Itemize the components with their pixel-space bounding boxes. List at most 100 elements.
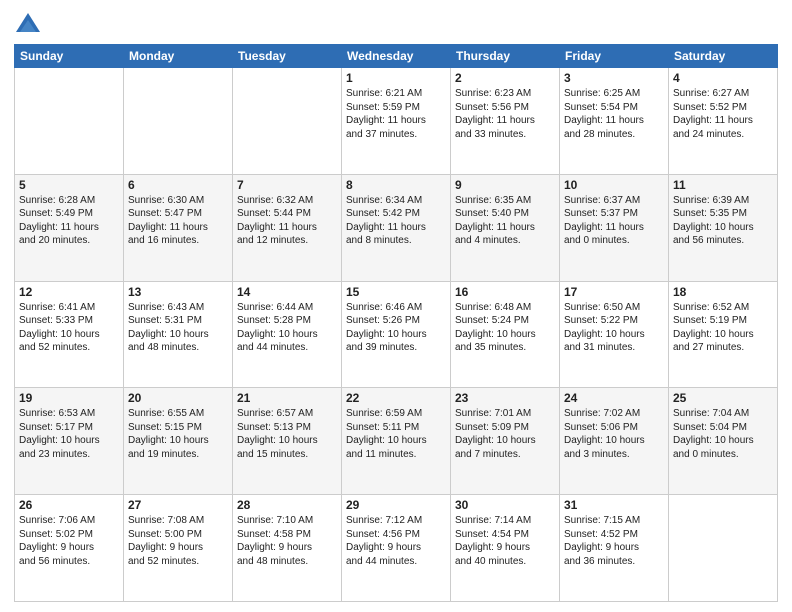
day-info: Sunrise: 6:25 AM Sunset: 5:54 PM Dayligh… — [564, 87, 664, 141]
day-info: Sunrise: 6:59 AM Sunset: 5:11 PM Dayligh… — [346, 407, 446, 461]
day-info: Sunrise: 6:32 AM Sunset: 5:44 PM Dayligh… — [237, 194, 337, 248]
day-number: 6 — [128, 178, 228, 192]
day-cell-2: 2Sunrise: 6:23 AM Sunset: 5:56 PM Daylig… — [451, 68, 560, 175]
day-number: 16 — [455, 285, 555, 299]
day-info: Sunrise: 7:02 AM Sunset: 5:06 PM Dayligh… — [564, 407, 664, 461]
day-info: Sunrise: 7:06 AM Sunset: 5:02 PM Dayligh… — [19, 514, 119, 568]
weekday-header-tuesday: Tuesday — [233, 45, 342, 68]
day-info: Sunrise: 6:34 AM Sunset: 5:42 PM Dayligh… — [346, 194, 446, 248]
day-info: Sunrise: 6:53 AM Sunset: 5:17 PM Dayligh… — [19, 407, 119, 461]
week-row-1: 1 Sunrise: 6:21 AM Sunset: 5:59 PM Daylig… — [15, 68, 778, 175]
day-info: Sunrise: 6:21 AM Sunset: 5:59 PM Dayligh… — [346, 87, 446, 141]
day-cell-12: 12Sunrise: 6:41 AM Sunset: 5:33 PM Dayli… — [15, 281, 124, 388]
logo-icon — [14, 10, 42, 38]
day-number: 5 — [19, 178, 119, 192]
day-number: 4 — [673, 71, 773, 85]
day-info: Sunrise: 6:23 AM Sunset: 5:56 PM Dayligh… — [455, 87, 555, 141]
day-cell-10: 10 Sunrise: 6:37 AM Sunset: 5:37 PM Dayli… — [560, 174, 669, 281]
day-info: Sunrise: 6:57 AM Sunset: 5:13 PM Dayligh… — [237, 407, 337, 461]
day-cell-19: 19Sunrise: 6:53 AM Sunset: 5:17 PM Dayli… — [15, 388, 124, 495]
day-info: Sunrise: 7:08 AM Sunset: 5:00 PM Dayligh… — [128, 514, 228, 568]
logo — [14, 10, 46, 38]
empty-cell — [233, 68, 342, 175]
day-cell-13: 13 Sunrise: 6:43 AM Sunset: 5:31 PM Dayli… — [124, 281, 233, 388]
day-cell-25: 25 Sunrise: 7:04 AM Sunset: 5:04 PM Dayli… — [669, 388, 778, 495]
day-info: Sunrise: 7:14 AM Sunset: 4:54 PM Dayligh… — [455, 514, 555, 568]
day-info: Sunrise: 6:43 AM Sunset: 5:31 PM Dayligh… — [128, 301, 228, 355]
day-number: 7 — [237, 178, 337, 192]
day-info: Sunrise: 6:44 AM Sunset: 5:28 PM Dayligh… — [237, 301, 337, 355]
day-info: Sunrise: 6:30 AM Sunset: 5:47 PM Dayligh… — [128, 194, 228, 248]
day-number: 9 — [455, 178, 555, 192]
day-number: 25 — [673, 391, 773, 405]
day-number: 20 — [128, 391, 228, 405]
day-cell-20: 20 Sunrise: 6:55 AM Sunset: 5:15 PM Dayli… — [124, 388, 233, 495]
day-number: 24 — [564, 391, 664, 405]
day-number: 17 — [564, 285, 664, 299]
day-cell-7: 7 Sunrise: 6:32 AM Sunset: 5:44 PM Daylig… — [233, 174, 342, 281]
empty-cell — [15, 68, 124, 175]
day-info: Sunrise: 7:12 AM Sunset: 4:56 PM Dayligh… — [346, 514, 446, 568]
day-cell-5: 5Sunrise: 6:28 AM Sunset: 5:49 PM Daylig… — [15, 174, 124, 281]
day-cell-8: 8 Sunrise: 6:34 AM Sunset: 5:42 PM Daylig… — [342, 174, 451, 281]
day-cell-29: 29 Sunrise: 7:12 AM Sunset: 4:56 PM Dayli… — [342, 495, 451, 602]
day-number: 1 — [346, 71, 446, 85]
day-number: 30 — [455, 498, 555, 512]
calendar-table: SundayMondayTuesdayWednesdayThursdayFrid… — [14, 44, 778, 602]
day-cell-17: 17Sunrise: 6:50 AM Sunset: 5:22 PM Dayli… — [560, 281, 669, 388]
day-info: Sunrise: 6:46 AM Sunset: 5:26 PM Dayligh… — [346, 301, 446, 355]
day-cell-16: 16 Sunrise: 6:48 AM Sunset: 5:24 PM Dayli… — [451, 281, 560, 388]
day-cell-15: 15Sunrise: 6:46 AM Sunset: 5:26 PM Dayli… — [342, 281, 451, 388]
day-cell-21: 21 Sunrise: 6:57 AM Sunset: 5:13 PM Dayli… — [233, 388, 342, 495]
day-info: Sunrise: 6:48 AM Sunset: 5:24 PM Dayligh… — [455, 301, 555, 355]
day-number: 28 — [237, 498, 337, 512]
empty-cell — [124, 68, 233, 175]
day-number: 22 — [346, 391, 446, 405]
day-cell-26: 26 Sunrise: 7:06 AM Sunset: 5:02 PM Dayli… — [15, 495, 124, 602]
day-info: Sunrise: 6:35 AM Sunset: 5:40 PM Dayligh… — [455, 194, 555, 248]
day-number: 27 — [128, 498, 228, 512]
day-info: Sunrise: 6:39 AM Sunset: 5:35 PM Dayligh… — [673, 194, 773, 248]
day-cell-22: 22 Sunrise: 6:59 AM Sunset: 5:11 PM Dayli… — [342, 388, 451, 495]
weekday-header-wednesday: Wednesday — [342, 45, 451, 68]
day-cell-24: 24 Sunrise: 7:02 AM Sunset: 5:06 PM Dayli… — [560, 388, 669, 495]
day-cell-30: 30 Sunrise: 7:14 AM Sunset: 4:54 PM Dayli… — [451, 495, 560, 602]
day-cell-14: 14Sunrise: 6:44 AM Sunset: 5:28 PM Dayli… — [233, 281, 342, 388]
day-info: Sunrise: 6:52 AM Sunset: 5:19 PM Dayligh… — [673, 301, 773, 355]
weekday-header-row: SundayMondayTuesdayWednesdayThursdayFrid… — [15, 45, 778, 68]
day-cell-31: 31Sunrise: 7:15 AM Sunset: 4:52 PM Dayli… — [560, 495, 669, 602]
day-number: 26 — [19, 498, 119, 512]
day-cell-1: 1 Sunrise: 6:21 AM Sunset: 5:59 PM Daylig… — [342, 68, 451, 175]
day-number: 29 — [346, 498, 446, 512]
day-number: 13 — [128, 285, 228, 299]
day-number: 18 — [673, 285, 773, 299]
day-cell-9: 9 Sunrise: 6:35 AM Sunset: 5:40 PM Daylig… — [451, 174, 560, 281]
day-info: Sunrise: 6:37 AM Sunset: 5:37 PM Dayligh… — [564, 194, 664, 248]
day-info: Sunrise: 7:10 AM Sunset: 4:58 PM Dayligh… — [237, 514, 337, 568]
empty-cell — [669, 495, 778, 602]
weekday-header-monday: Monday — [124, 45, 233, 68]
page: SundayMondayTuesdayWednesdayThursdayFrid… — [0, 0, 792, 612]
weekday-header-sunday: Sunday — [15, 45, 124, 68]
day-cell-18: 18 Sunrise: 6:52 AM Sunset: 5:19 PM Dayli… — [669, 281, 778, 388]
day-cell-27: 27 Sunrise: 7:08 AM Sunset: 5:00 PM Dayli… — [124, 495, 233, 602]
day-info: Sunrise: 6:41 AM Sunset: 5:33 PM Dayligh… — [19, 301, 119, 355]
day-info: Sunrise: 6:55 AM Sunset: 5:15 PM Dayligh… — [128, 407, 228, 461]
week-row-5: 26 Sunrise: 7:06 AM Sunset: 5:02 PM Dayli… — [15, 495, 778, 602]
weekday-header-friday: Friday — [560, 45, 669, 68]
day-info: Sunrise: 7:01 AM Sunset: 5:09 PM Dayligh… — [455, 407, 555, 461]
day-number: 21 — [237, 391, 337, 405]
day-number: 3 — [564, 71, 664, 85]
weekday-header-saturday: Saturday — [669, 45, 778, 68]
day-number: 10 — [564, 178, 664, 192]
day-info: Sunrise: 7:04 AM Sunset: 5:04 PM Dayligh… — [673, 407, 773, 461]
day-number: 8 — [346, 178, 446, 192]
day-cell-28: 28 Sunrise: 7:10 AM Sunset: 4:58 PM Dayli… — [233, 495, 342, 602]
day-cell-23: 23Sunrise: 7:01 AM Sunset: 5:09 PM Dayli… — [451, 388, 560, 495]
day-cell-11: 11Sunrise: 6:39 AM Sunset: 5:35 PM Dayli… — [669, 174, 778, 281]
day-info: Sunrise: 7:15 AM Sunset: 4:52 PM Dayligh… — [564, 514, 664, 568]
header — [14, 10, 778, 38]
day-cell-3: 3 Sunrise: 6:25 AM Sunset: 5:54 PM Daylig… — [560, 68, 669, 175]
week-row-3: 12Sunrise: 6:41 AM Sunset: 5:33 PM Dayli… — [15, 281, 778, 388]
day-cell-6: 6 Sunrise: 6:30 AM Sunset: 5:47 PM Daylig… — [124, 174, 233, 281]
